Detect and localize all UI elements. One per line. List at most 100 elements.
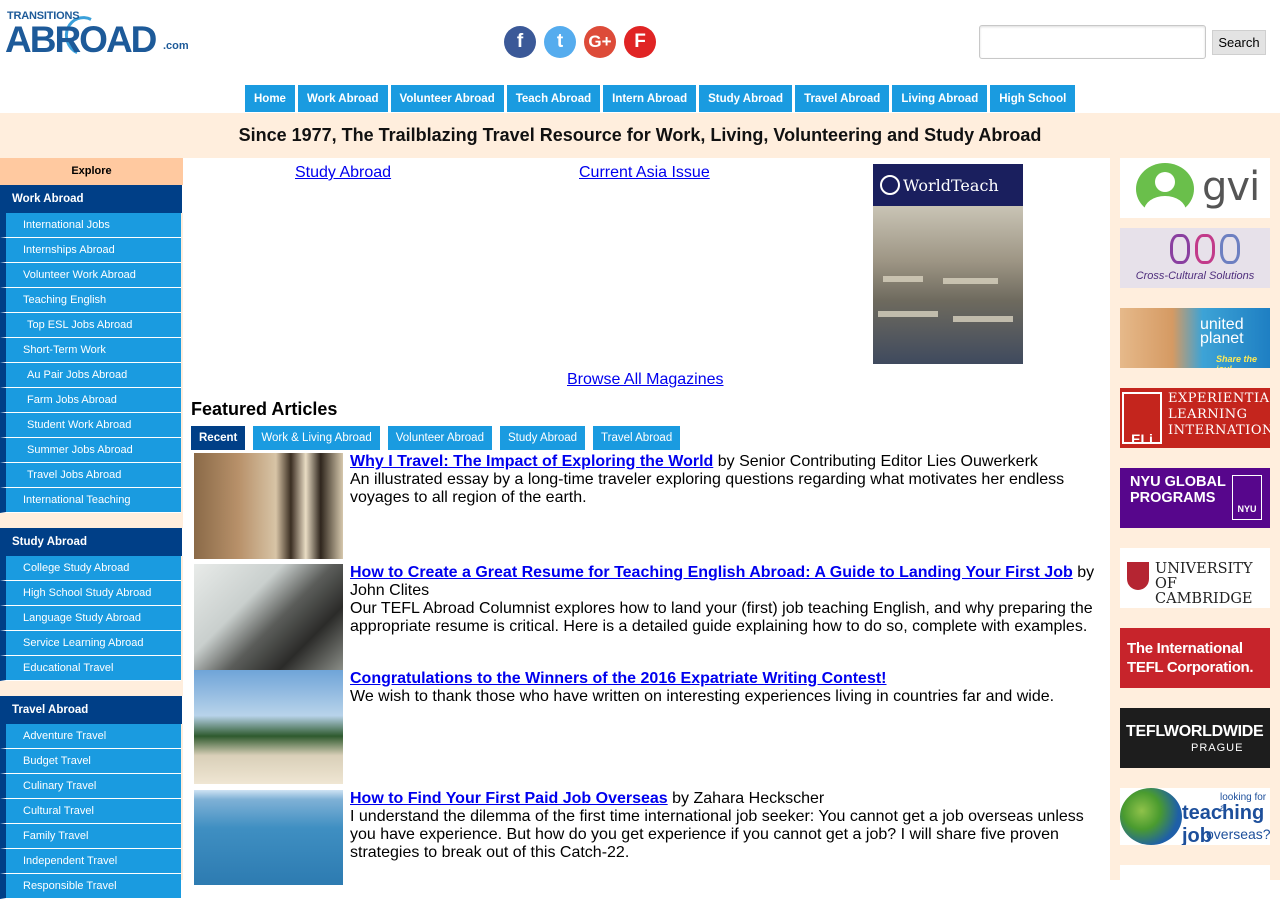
nyu-torch-icon: NYU: [1232, 475, 1262, 520]
nyu-ad[interactable]: NYU GLOBAL PROGRAMS NYU: [1120, 468, 1270, 528]
united-planet-tagline: Share the joy!: [1216, 354, 1258, 368]
sidebar-item-travel-jobs[interactable]: Travel Jobs Abroad: [0, 463, 181, 488]
sidebar-item-au-pair-jobs[interactable]: Au Pair Jobs Abroad: [0, 363, 181, 388]
sidebar-item-language-study[interactable]: Language Study Abroad: [0, 606, 181, 631]
nav-living-abroad[interactable]: Living Abroad: [892, 85, 988, 112]
tab-recent[interactable]: Recent: [191, 426, 246, 450]
united-planet-ad[interactable]: united planet Share the joy!: [1120, 308, 1270, 368]
nav-volunteer-abroad[interactable]: Volunteer Abroad: [390, 85, 504, 112]
teaching-job-ad[interactable]: looking for a teaching job overseas?: [1120, 788, 1270, 845]
article-description: We wish to thank those who have written …: [350, 688, 1055, 705]
cross-cultural-solutions-ad[interactable]: Cross-Cultural Solutions: [1120, 228, 1270, 288]
tab-volunteer-abroad[interactable]: Volunteer Abroad: [387, 426, 492, 450]
article-thumbnail[interactable]: [194, 790, 345, 885]
eli-ad[interactable]: ELi EXPERIENTIAL LEARNING INTERNATIONAL: [1120, 388, 1270, 448]
sidebar-item-responsible-travel[interactable]: Responsible Travel: [0, 874, 181, 899]
nav-home[interactable]: Home: [245, 85, 295, 112]
tefl-worldwide-ad[interactable]: TEFLWORLDWIDE PRAGUE: [1120, 708, 1270, 768]
sidebar-item-educational-travel[interactable]: Educational Travel: [0, 656, 181, 681]
sidebar-item-family-travel[interactable]: Family Travel: [0, 824, 181, 849]
google-plus-icon[interactable]: G+: [584, 26, 616, 58]
eli-ad-text: EXPERIENTIAL LEARNING INTERNATIONAL: [1168, 391, 1270, 438]
sidebar-item-service-learning[interactable]: Service Learning Abroad: [0, 631, 181, 656]
sidebar-explore-heading: Explore: [0, 158, 183, 185]
flipboard-icon[interactable]: F: [624, 26, 656, 58]
globe-icon: [880, 175, 900, 195]
logo-suffix-text: .com: [163, 40, 189, 52]
article-byline: by Zahara Heckscher: [667, 790, 825, 807]
article-description: Our TEFL Abroad Columnist explores how t…: [350, 600, 1093, 635]
cambridge-shield-icon: [1127, 562, 1149, 590]
worldteach-header: WorldTeach: [873, 164, 1023, 206]
globe-icon: [1120, 788, 1182, 845]
facebook-icon[interactable]: f: [504, 26, 536, 58]
nav-study-abroad[interactable]: Study Abroad: [699, 85, 793, 112]
classroom-photo: [873, 206, 1023, 364]
article-title-link[interactable]: How to Find Your First Paid Job Overseas: [350, 790, 668, 807]
sidebar-item-high-school-study[interactable]: High School Study Abroad: [0, 581, 181, 606]
article-thumbnail[interactable]: [194, 564, 345, 670]
article-title-link[interactable]: Congratulations to the Winners of the 20…: [350, 670, 887, 687]
sidebar-item-top-esl-jobs[interactable]: Top ESL Jobs Abroad: [0, 313, 181, 338]
nav-high-school[interactable]: High School: [990, 85, 1076, 112]
united-planet-text: united planet: [1200, 316, 1244, 347]
gvi-ad[interactable]: gvi: [1120, 158, 1270, 218]
gvi-person-icon: [1136, 163, 1194, 218]
partial-ad[interactable]: [1120, 865, 1270, 885]
sidebar-item-adventure-travel[interactable]: Adventure Travel: [0, 724, 181, 749]
figure-icon: [1195, 234, 1215, 264]
tab-study-abroad[interactable]: Study Abroad: [499, 426, 586, 450]
site-logo[interactable]: TRANSITIONS ABROAD .com: [5, 10, 190, 72]
figure-icon: [1220, 234, 1240, 264]
tefl-worldwide-text: TEFLWORLDWIDE: [1126, 723, 1264, 740]
sidebar-item-college-study[interactable]: College Study Abroad: [0, 556, 181, 581]
sidebar-item-internships-abroad[interactable]: Internships Abroad: [0, 238, 181, 263]
sidebar-section-study-abroad[interactable]: Study Abroad: [0, 528, 183, 556]
article-thumbnail[interactable]: [194, 453, 345, 559]
site-header: TRANSITIONS ABROAD .com f t G+ F Search: [0, 0, 1280, 84]
nav-travel-abroad[interactable]: Travel Abroad: [795, 85, 890, 112]
article-byline: by Senior Contributing Editor Lies Ouwer…: [713, 453, 1038, 470]
tefl-corporation-ad[interactable]: The International TEFL Corporation.: [1120, 628, 1270, 688]
sidebar-item-student-work[interactable]: Student Work Abroad: [0, 413, 181, 438]
tab-work-living-abroad[interactable]: Work & Living Abroad: [253, 426, 380, 450]
article-title-link[interactable]: Why I Travel: The Impact of Exploring th…: [350, 453, 713, 470]
magazine-asia-issue-link[interactable]: Current Asia Issue: [579, 164, 710, 182]
cambridge-ad[interactable]: UNIVERSITY OF CAMBRIDGE: [1120, 548, 1270, 608]
twitter-icon[interactable]: t: [544, 26, 576, 58]
ccs-ad-text: Cross-Cultural Solutions: [1135, 270, 1255, 282]
sidebar-item-cultural-travel[interactable]: Cultural Travel: [0, 799, 181, 824]
sidebar-section-travel-abroad[interactable]: Travel Abroad: [0, 696, 183, 724]
sidebar-item-international-jobs[interactable]: International Jobs: [0, 213, 181, 238]
article-title-link[interactable]: How to Create a Great Resume for Teachin…: [350, 564, 1073, 581]
sidebar-section-work-abroad[interactable]: Work Abroad: [0, 185, 183, 213]
browse-magazines-link[interactable]: Browse All Magazines: [567, 371, 724, 389]
sidebar-item-independent-travel[interactable]: Independent Travel: [0, 849, 181, 874]
sidebar-item-summer-jobs[interactable]: Summer Jobs Abroad: [0, 438, 181, 463]
nav-intern-abroad[interactable]: Intern Abroad: [603, 85, 697, 112]
tefl-corporation-text: The International TEFL Corporation.: [1127, 640, 1254, 676]
sidebar-item-volunteer-work-abroad[interactable]: Volunteer Work Abroad: [0, 263, 181, 288]
nav-work-abroad[interactable]: Work Abroad: [297, 85, 388, 112]
sidebar-item-teaching-english[interactable]: Teaching English: [0, 288, 181, 313]
worldteach-ad[interactable]: WorldTeach: [873, 164, 1023, 364]
figure-icon: [1170, 234, 1190, 264]
search-input[interactable]: [979, 25, 1206, 59]
magazine-study-abroad-link[interactable]: Study Abroad: [295, 164, 391, 182]
search-button[interactable]: Search: [1212, 30, 1266, 55]
article-thumbnail[interactable]: [194, 670, 345, 784]
main-content: Study Abroad Current Asia Issue WorldTea…: [183, 158, 1110, 885]
featured-articles-heading: Featured Articles: [191, 399, 338, 419]
eli-logo-icon: ELi: [1122, 392, 1162, 447]
sidebar-item-international-teaching[interactable]: International Teaching: [0, 488, 181, 513]
tab-travel-abroad[interactable]: Travel Abroad: [593, 426, 681, 450]
sidebar-item-budget-travel[interactable]: Budget Travel: [0, 749, 181, 774]
tagline: Since 1977, The Trailblazing Travel Reso…: [0, 113, 1280, 158]
nav-teach-abroad[interactable]: Teach Abroad: [506, 85, 601, 112]
sidebar-item-short-term-work[interactable]: Short-Term Work: [0, 338, 181, 363]
sidebar-item-farm-jobs[interactable]: Farm Jobs Abroad: [0, 388, 181, 413]
gvi-ad-text: gvi: [1202, 164, 1260, 210]
sidebar-item-culinary-travel[interactable]: Culinary Travel: [0, 774, 181, 799]
